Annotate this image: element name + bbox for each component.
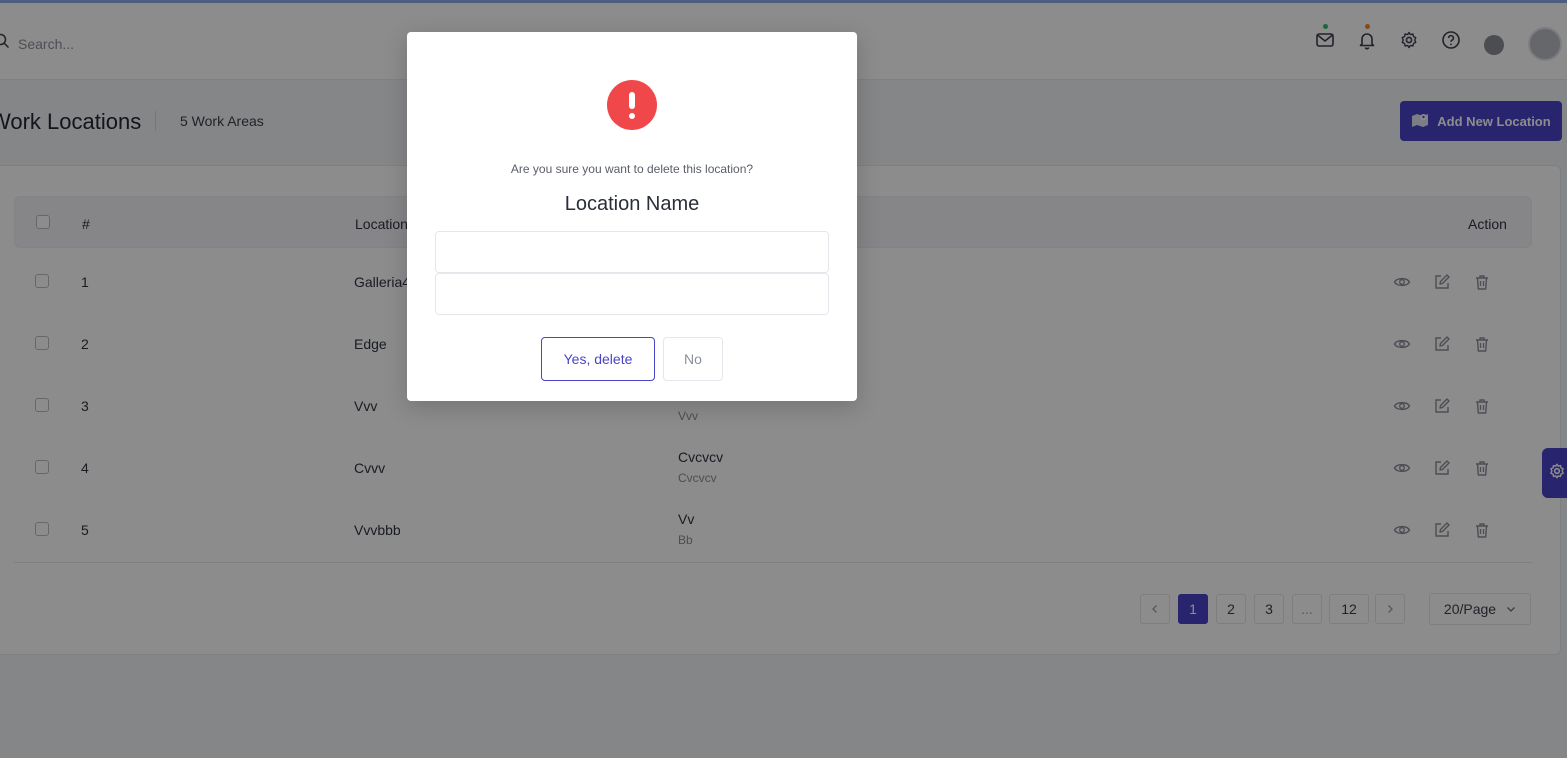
warning-mark (629, 92, 635, 109)
warning-dot (629, 113, 635, 119)
yes-delete-button[interactable]: Yes, delete (541, 337, 655, 381)
location-name-field-1[interactable] (435, 231, 829, 273)
delete-confirmation-text: Are you sure you want to delete this loc… (510, 162, 754, 176)
location-name-field-2[interactable] (435, 273, 829, 315)
delete-location-dialog: Are you sure you want to delete this loc… (407, 32, 857, 401)
no-button[interactable]: No (663, 337, 723, 381)
location-name-heading: Location Name (564, 193, 700, 215)
warning-icon (607, 80, 657, 130)
